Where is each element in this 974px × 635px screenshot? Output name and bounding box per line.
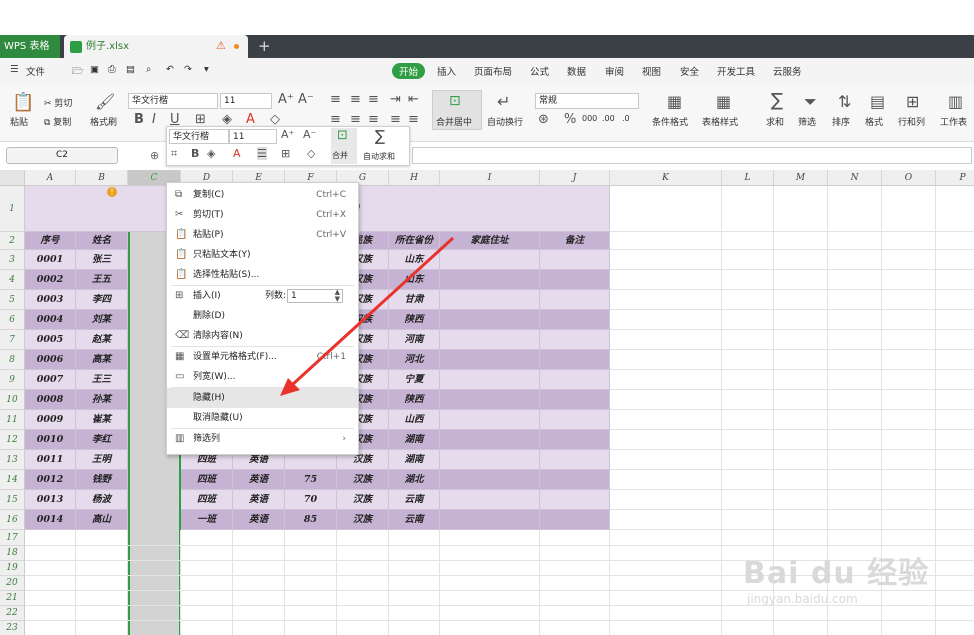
wps-window: WPS 表格 例子.xlsx ⚠ + ☰ 文件 🗁 ▣ ⎙ ▤ ⌕ ↶ ↷ ▾ … [0,0,974,635]
annotation-arrow [280,236,455,396]
baidu-watermark: Bai du 经验 jingyan.baidu.com [743,548,929,606]
watermark-url: jingyan.baidu.com [747,592,858,606]
watermark-brand: Bai du 经验 [743,556,930,591]
arrow-shaft [290,236,455,387]
